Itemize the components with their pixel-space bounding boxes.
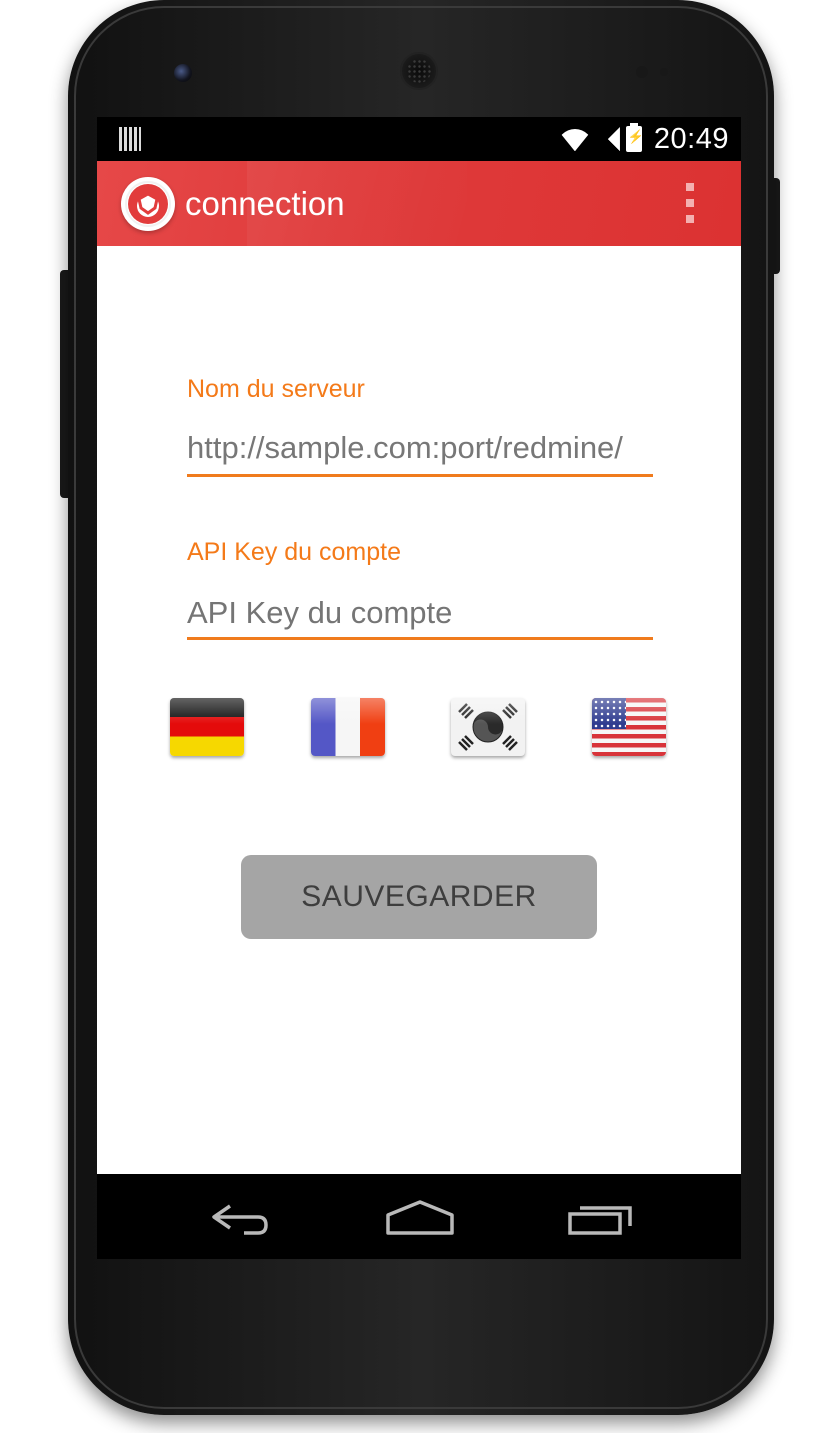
connection-form: Nom du serveur http://sample.com:port/re… [97,246,741,1174]
phone-screen: 20:49 connection Nom du serveur http://s… [97,117,741,1259]
signal-icon [595,127,620,151]
proximity-sensor-icon [636,66,648,78]
language-selector [170,698,670,760]
back-icon[interactable] [200,1192,280,1242]
flag-germany-icon[interactable] [170,698,244,756]
flag-usa-icon[interactable] [592,698,666,756]
page-title: connection [185,185,345,222]
front-camera-icon [174,64,192,82]
wifi-icon [560,127,590,151]
action-bar: connection [97,161,741,246]
navigation-bar [97,1174,741,1259]
battery-charging-icon [625,123,644,152]
recent-apps-icon[interactable] [560,1192,640,1242]
flag-korea-icon[interactable] [451,698,525,756]
server-url-input[interactable]: http://sample.com:port/redmine/ [187,426,653,477]
status-bar: 20:49 [97,117,741,161]
save-button[interactable]: SAUVEGARDER [241,855,597,939]
api-key-label: API Key du compte [187,538,402,566]
light-sensor-icon [660,68,668,76]
redmine-logo-icon[interactable] [121,177,175,231]
speaker-grille-icon [400,52,438,90]
status-time: 20:49 [653,122,729,155]
flag-france-icon[interactable] [311,698,385,756]
notification-icon [119,127,141,151]
server-name-label: Nom du serveur [187,375,365,403]
home-icon[interactable] [380,1192,460,1242]
overflow-menu-icon[interactable] [683,183,697,223]
api-key-input[interactable] [187,589,653,640]
